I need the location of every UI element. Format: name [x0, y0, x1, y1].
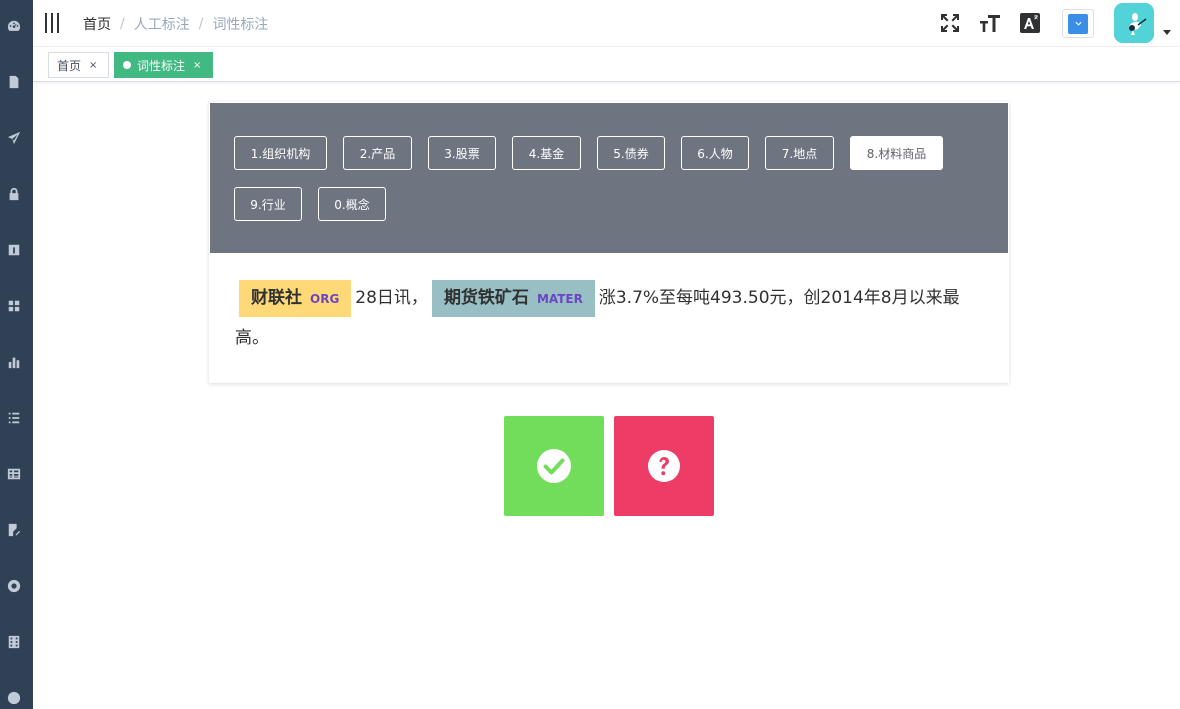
language-select[interactable]	[1062, 9, 1094, 38]
dashboard-icon[interactable]	[7, 19, 21, 33]
sentence-text: 28日讯，	[355, 288, 428, 308]
question-circle-icon	[648, 450, 680, 482]
hamburger-menu-icon[interactable]	[45, 13, 61, 33]
label-button-person[interactable]: 6.人物	[681, 136, 749, 170]
tag-home[interactable]: 首页 ×	[48, 52, 109, 78]
film-icon[interactable]	[7, 635, 21, 649]
navbar: 首页 / 人工标注 / 词性标注	[33, 0, 1180, 47]
annotated-sentence: 财联社 ORG 28日讯， 期货铁矿石 MATER 涨3.7%至每吨493.50元，创20…	[235, 278, 985, 358]
entity-org[interactable]: 财联社 ORG	[239, 279, 352, 317]
tag-label: 词性标注	[137, 58, 186, 73]
send-icon[interactable]	[7, 131, 21, 145]
label-button-stock[interactable]: 3.股票	[428, 136, 496, 170]
tag-label: 首页	[57, 58, 82, 73]
label-panel: 1.组织机构 2.产品 3.股票 4.基金 5.债券 6.人物 7.地点 8.材…	[210, 103, 1008, 253]
user-dropdown-caret-icon[interactable]	[1163, 30, 1171, 35]
label-button-product[interactable]: 2.产品	[343, 136, 412, 170]
font-size-icon[interactable]	[979, 12, 1001, 34]
404-icon[interactable]	[7, 691, 21, 705]
label-button-concept[interactable]: 0.概念	[318, 187, 386, 221]
label-button-bond[interactable]: 5.债券	[597, 136, 665, 170]
chevron-down-icon	[1068, 13, 1088, 34]
label-button-fund[interactable]: 4.基金	[512, 136, 581, 170]
label-button-material[interactable]: 8.材料商品	[850, 136, 943, 170]
list-icon[interactable]	[7, 411, 21, 425]
breadcrumb-home[interactable]: 首页	[83, 14, 111, 34]
help-icon[interactable]	[7, 579, 21, 593]
active-dot-icon	[123, 61, 131, 69]
label-button-location[interactable]: 7.地点	[765, 136, 834, 170]
lock-icon[interactable]	[7, 187, 21, 201]
translate-icon[interactable]	[1019, 12, 1041, 34]
label-button-industry[interactable]: 9.行业	[234, 187, 302, 221]
close-icon[interactable]: ×	[193, 60, 201, 71]
table-icon[interactable]	[7, 467, 21, 481]
entity-material[interactable]: 期货铁矿石 MATER	[431, 279, 595, 317]
entity-text: 期货铁矿石	[443, 287, 529, 308]
close-icon[interactable]: ×	[89, 60, 97, 71]
chart-icon[interactable]	[7, 355, 21, 369]
edit-icon[interactable]	[7, 523, 21, 537]
tag-pos-tagging[interactable]: 词性标注 ×	[114, 52, 213, 78]
document-icon[interactable]	[7, 75, 21, 89]
entity-text: 财联社	[251, 287, 302, 308]
check-circle-icon	[537, 449, 571, 483]
breadcrumb-manual-annotation[interactable]: 人工标注	[134, 14, 190, 34]
question-button[interactable]	[614, 416, 714, 516]
avatar[interactable]	[1114, 3, 1154, 43]
entity-type-badge: ORG	[310, 291, 340, 306]
entity-type-badge: MATER	[536, 291, 583, 306]
info-icon[interactable]	[7, 243, 21, 257]
tags-view: 首页 × 词性标注 ×	[33, 47, 1180, 82]
breadcrumb-pos-tagging: 词性标注	[212, 17, 269, 33]
grid-icon[interactable]	[7, 299, 21, 313]
breadcrumb: 首页 / 人工标注 / 词性标注	[83, 14, 269, 34]
confirm-button[interactable]	[504, 416, 604, 516]
sidebar	[0, 0, 33, 709]
fullscreen-icon[interactable]	[939, 12, 961, 34]
label-button-org[interactable]: 1.组织机构	[234, 136, 327, 170]
annotation-card: 1.组织机构 2.产品 3.股票 4.基金 5.债券 6.人物 7.地点 8.材…	[209, 102, 1009, 383]
